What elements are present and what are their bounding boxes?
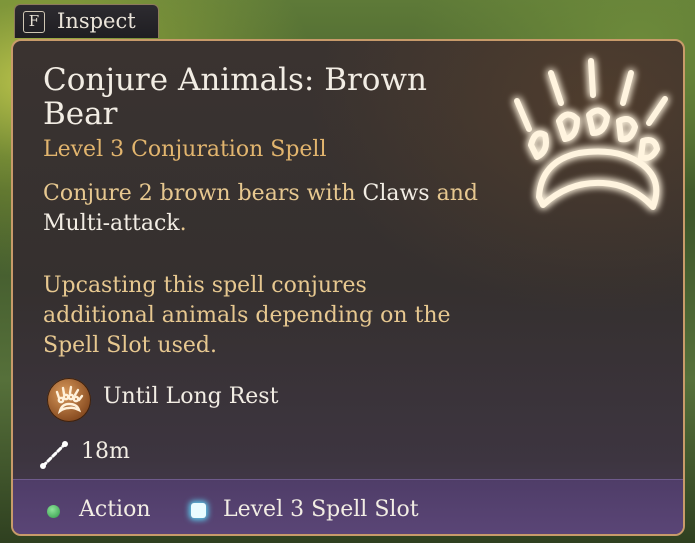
action-dot-icon [47, 505, 60, 518]
range-line-icon [40, 441, 68, 469]
multi-attack-keyword[interactable]: Multi-attack [43, 211, 180, 236]
bear-paw-badge-icon [47, 378, 91, 422]
description-text: and [429, 181, 478, 206]
spell-tooltip: Conjure Animals: Brown Bear Level 3 Conj… [11, 39, 685, 536]
inspect-key-badge: F [23, 11, 45, 33]
action-cost-label: Action [79, 497, 151, 522]
range-label: 18m [81, 439, 130, 464]
spell-description: Conjure 2 brown bears with Claws and Mul… [43, 179, 483, 239]
cost-row: Action Level 3 Spell Slot [45, 494, 645, 528]
spell-slot-cost-label: Level 3 Spell Slot [223, 497, 419, 522]
description-text: . [179, 211, 187, 236]
spell-title: Conjure Animals: Brown Bear [43, 62, 427, 132]
spell-slot-icon [191, 503, 206, 518]
description-text: Conjure 2 brown bears with [43, 181, 363, 206]
spell-subtitle: Level 3 Conjuration Spell [43, 137, 327, 162]
inspect-tab[interactable]: F Inspect [14, 4, 159, 38]
duration-label: Until Long Rest [103, 384, 279, 409]
inspect-label: Inspect [57, 9, 136, 33]
claws-keyword[interactable]: Claws [362, 181, 429, 206]
bear-paw-icon [514, 58, 668, 210]
upcast-text: Upcasting this spell conjures additional… [43, 273, 451, 358]
